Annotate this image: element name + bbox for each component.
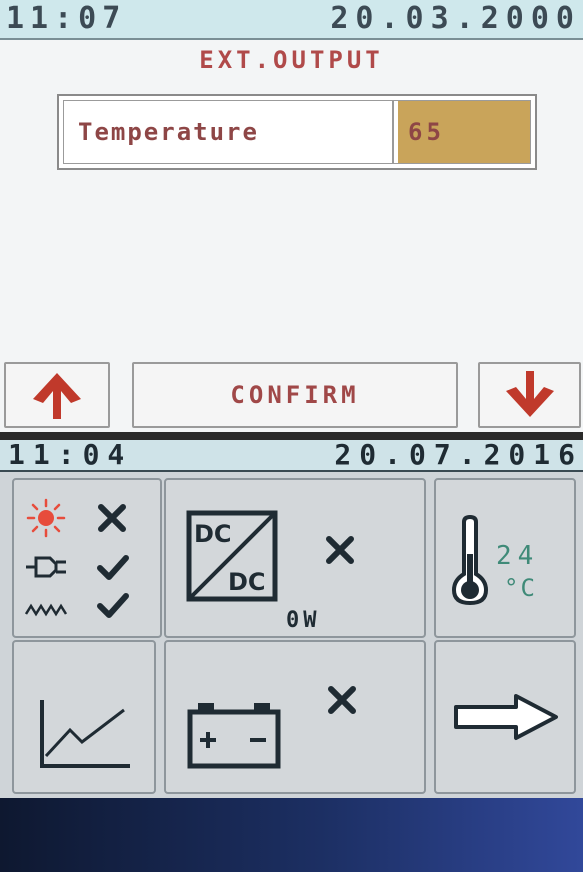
temperature-field-inner: Temperature 65 — [63, 100, 531, 164]
arrow-right-icon — [454, 694, 558, 740]
bottom-screen: 11:04 20.07.2016 DC DC 0W 24 °C — [0, 440, 583, 872]
status-time: 11:07 — [6, 1, 127, 36]
arrow-down-icon — [505, 371, 554, 417]
page-title: EXT.OUTPUT — [199, 46, 384, 74]
temperature-field[interactable]: Temperature 65 — [57, 94, 537, 170]
button-row: CONFIRM — [0, 362, 583, 430]
ac-wave-icon — [24, 603, 68, 617]
thermometer-icon — [451, 514, 489, 606]
cross-icon — [326, 536, 354, 564]
chart-tile[interactable] — [12, 640, 156, 794]
temperature-reading: 24 — [496, 541, 540, 571]
status-date: 20.03.2000 — [330, 1, 581, 36]
next-tile[interactable] — [434, 640, 576, 794]
photo-divider — [0, 432, 583, 440]
plug-icon — [26, 556, 66, 578]
arrow-up-icon — [33, 373, 81, 419]
cross-icon — [98, 504, 126, 532]
temperature-label: Temperature — [64, 101, 394, 163]
confirm-button[interactable]: CONFIRM — [132, 362, 458, 428]
status-bar: 11:04 20.07.2016 — [0, 440, 583, 472]
sun-icon — [26, 498, 66, 538]
check-icon — [97, 593, 129, 618]
converter-label-bottom: DC — [228, 568, 266, 596]
sources-tile[interactable] — [12, 478, 162, 638]
screen-bezel — [0, 798, 583, 872]
battery-icon — [187, 703, 281, 769]
converter-label-top: DC — [194, 520, 232, 548]
status-date: 20.07.2016 — [334, 440, 583, 471]
status-bar: 11:07 20.03.2000 — [0, 0, 583, 40]
converter-tile[interactable]: DC DC 0W — [164, 478, 426, 638]
dc-dc-converter-icon: DC DC — [186, 510, 278, 602]
top-screen: 11:07 20.03.2000 EXT.OUTPUT Temperature … — [0, 0, 583, 432]
up-button[interactable] — [4, 362, 110, 428]
cross-icon — [328, 686, 356, 714]
status-time: 11:04 — [8, 440, 133, 471]
temperature-unit: °C — [504, 574, 537, 602]
line-chart-icon — [40, 700, 130, 768]
battery-tile[interactable] — [164, 640, 426, 794]
converter-power: 0W — [286, 608, 321, 633]
temperature-tile[interactable]: 24 °C — [434, 478, 576, 638]
temperature-value[interactable]: 65 — [398, 101, 530, 163]
check-icon — [97, 555, 129, 580]
down-button[interactable] — [478, 362, 581, 428]
